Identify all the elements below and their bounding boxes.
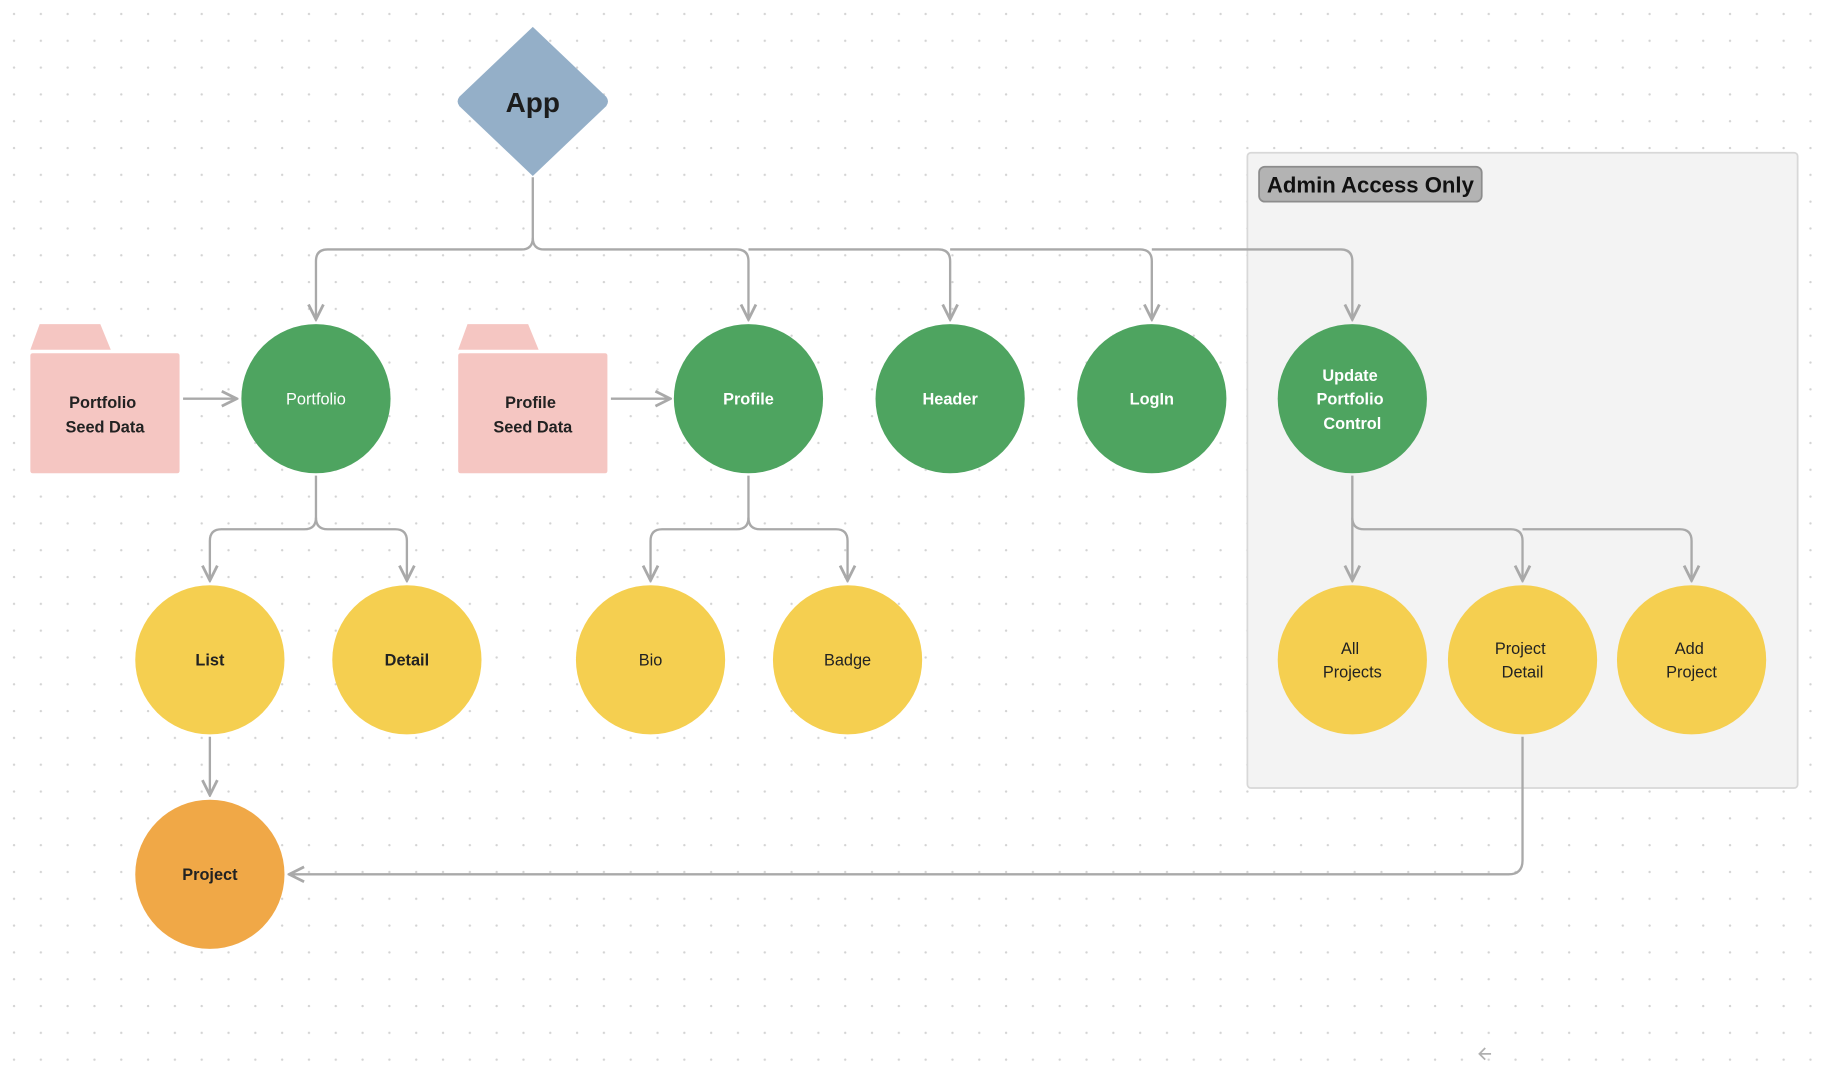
project-detail-node[interactable]: Project Detail [1447, 585, 1598, 735]
list-node[interactable]: List [135, 585, 285, 735]
node-label-line2: Projects [1323, 663, 1382, 681]
seed-label-line2: Seed Data [493, 418, 573, 436]
node-label-line2: Portfolio [1317, 391, 1384, 409]
admin-label: Admin Access Only [1267, 172, 1475, 197]
header-node[interactable]: Header [875, 324, 1025, 474]
add-project-node[interactable]: Add Project [1616, 585, 1767, 735]
diagram-canvas[interactable]: Admin Access Only App Portfolio Seed Dat… [0, 0, 1828, 1076]
node-label: Bio [639, 652, 663, 670]
node-label: Detail [385, 652, 429, 670]
bio-node[interactable]: Bio [575, 585, 726, 735]
update-portfolio-control-node[interactable]: Update Portfolio Control [1277, 324, 1427, 474]
seed-label-line1: Profile [505, 394, 556, 412]
node-label: Project [182, 866, 238, 884]
node-label: Header [922, 391, 978, 409]
node-label-line2: Detail [1502, 663, 1544, 681]
node-label: Portfolio [286, 391, 346, 409]
node-label-line2: Project [1666, 663, 1717, 681]
node-label-line1: Project [1495, 640, 1546, 658]
seed-label-line1: Portfolio [69, 394, 136, 412]
detail-node[interactable]: Detail [332, 585, 482, 735]
all-projects-node[interactable]: All Projects [1277, 585, 1427, 735]
app-label: App [506, 87, 560, 118]
login-node[interactable]: LogIn [1077, 324, 1227, 474]
profile-node[interactable]: Profile [673, 324, 824, 474]
folder-tab [30, 324, 111, 350]
seed-label-line2: Seed Data [66, 418, 146, 436]
node-label: List [195, 652, 225, 670]
node-label: Profile [723, 391, 774, 409]
node-label: LogIn [1130, 391, 1174, 409]
node-label-line1: Add [1675, 640, 1704, 658]
node-label-line1: Update [1322, 367, 1377, 385]
node-label-line3: Control [1323, 415, 1381, 433]
svg-text:Update Portfolio C: Update Portfolio Control [1317, 367, 1389, 433]
node-label: Badge [824, 652, 871, 670]
node-label-line1: All [1341, 640, 1359, 658]
badge-node[interactable]: Badge [772, 585, 923, 735]
portfolio-node[interactable]: Portfolio [241, 324, 391, 474]
project-node[interactable]: Project [135, 799, 285, 949]
folder-tab [458, 324, 539, 350]
